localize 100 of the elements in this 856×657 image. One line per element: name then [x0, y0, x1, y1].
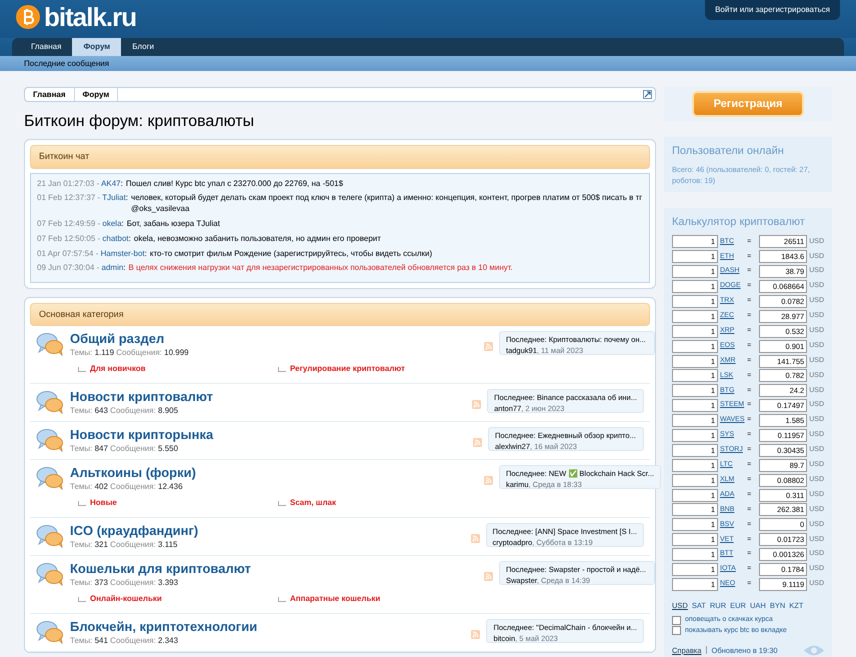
tree-branch-icon: [78, 596, 86, 602]
stat-label: Темы:: [70, 444, 94, 454]
stat-value: 12.436: [158, 482, 183, 492]
stat-label: Сообщения:: [115, 348, 163, 358]
chat-bubbles-icon: [36, 524, 64, 548]
message-text: кто-то смотрит фильм Рождение (зарегистрируйтесь, чтобы видеть ссылки): [150, 248, 432, 260]
chat-bubbles-icon: [36, 620, 64, 644]
panel-header: Биткоин чат: [30, 145, 650, 169]
stat-value: 402: [94, 482, 108, 492]
stat-value: 2.343: [158, 636, 178, 646]
message-text: okela, невозможно забанить пользователя, но админ его проверит: [134, 234, 381, 245]
nav-tab[interactable]: Блоги: [121, 38, 165, 56]
checkbox[interactable]: [672, 626, 681, 636]
colon: :: [128, 234, 131, 243]
subforum-link[interactable]: Аппаратные кошельки: [290, 593, 380, 606]
stat-label: Темы:: [70, 636, 94, 646]
tree-branch-icon: [78, 500, 86, 506]
subforum-link[interactable]: Регулирование криптовалют: [290, 363, 405, 376]
message-time: 21 Jan 01:27:03 -: [37, 178, 100, 188]
subforum-link[interactable]: Для новичков: [90, 363, 146, 376]
box-title: Калькулятор криптовалют: [672, 215, 806, 230]
nav-tab[interactable]: Главная: [20, 38, 72, 56]
chat-bubbles-icon: [36, 332, 64, 356]
stat-value: 847: [94, 444, 108, 454]
page-title: Биткоин форум: криптовалюты: [24, 112, 256, 132]
stat-value: 3.115: [158, 540, 178, 550]
expand-icon[interactable]: [643, 90, 652, 99]
chat-user-link[interactable]: okela: [102, 219, 122, 228]
colon: :: [126, 193, 128, 202]
stat-label: Сообщения:: [109, 482, 157, 492]
tree-branch-icon: [278, 596, 286, 602]
rss-icon[interactable]: [471, 630, 480, 640]
message-time: 07 Feb 12:50:05 -: [37, 234, 102, 243]
chat-bubbles-icon: [36, 428, 64, 452]
stat-label: Темы:: [70, 348, 94, 358]
rss-icon[interactable]: [472, 400, 482, 410]
rss-icon[interactable]: [484, 342, 493, 352]
stat-value: 10.999: [164, 348, 189, 358]
chat-bubbles-icon: [36, 466, 64, 490]
forum-title-link[interactable]: Новости криптовалют: [70, 389, 213, 405]
forum-title-link[interactable]: ICO (краудфандинг): [70, 523, 198, 539]
subforum-link[interactable]: Онлайн-кошельки: [90, 593, 162, 606]
colon: :: [120, 178, 123, 188]
site-logo[interactable]: bitalk.ru: [44, 4, 136, 30]
stat-value: 1.119: [94, 348, 114, 358]
stat-label: Сообщения:: [109, 406, 157, 416]
subforum-link[interactable]: Новые: [90, 497, 117, 510]
message-time: 01 Feb 12:37:37 -: [37, 193, 102, 202]
forum-title-link[interactable]: Блокчейн, криптотехнологии: [70, 619, 258, 635]
coin-icon: [16, 5, 40, 29]
rss-icon[interactable]: [484, 572, 493, 582]
stat-value: 321: [94, 540, 108, 550]
message-time: 09 Jun 07:30:04 -: [37, 263, 100, 272]
tree-branch-icon: [278, 366, 286, 372]
stat-value: 8.905: [158, 406, 178, 416]
rss-icon[interactable]: [473, 438, 482, 448]
chat-bubbles-icon: [36, 562, 64, 586]
chat-user-link[interactable]: Hamster-bot: [100, 248, 145, 258]
colon: :: [144, 248, 147, 258]
chat-bubbles-icon: [36, 390, 64, 414]
colon: :: [123, 263, 126, 272]
message-time: 07 Feb 12:49:59 -: [37, 219, 102, 228]
forum-title-link[interactable]: Альткоины (форки): [70, 465, 196, 481]
chat-user-link[interactable]: AK47: [101, 178, 121, 188]
chat-user-link[interactable]: TJuliat: [102, 193, 126, 202]
forum-title-link[interactable]: Кошельки для криптовалют: [70, 561, 251, 577]
stat-value: 3.393: [158, 578, 178, 588]
box-title: Пользователи онлайн: [672, 144, 785, 159]
separator: |: [705, 644, 708, 656]
forum-title-link[interactable]: Общий раздел: [70, 331, 164, 347]
eye-icon[interactable]: [804, 644, 824, 656]
chat-user-link[interactable]: admin: [102, 263, 124, 272]
tree-branch-icon: [78, 366, 86, 372]
message-text: человек, который будет делать скам проект под ключ в телеге (крипта) а именно: концепция, контент, прогрев платим от 500$ писать в тг @oks_vasilevaa: [131, 193, 643, 216]
stat-value: 373: [94, 578, 108, 588]
message-text: В целях снижения нагрузки чат для незарегистрированных пользователей обновляется раз в 10 минут.: [128, 263, 513, 274]
stat-label: Темы:: [70, 482, 94, 492]
tree-branch-icon: [278, 500, 286, 506]
panel-header: Основная категория: [30, 302, 650, 326]
colon: :: [122, 219, 124, 228]
nav-tab[interactable]: Форум: [72, 38, 122, 56]
checkbox[interactable]: [672, 616, 681, 625]
subnav-link[interactable]: Последние сообщения: [24, 59, 110, 68]
stat-value: 541: [94, 636, 108, 646]
stat-label: Темы:: [70, 540, 94, 550]
stat-label: Сообщения:: [109, 540, 157, 550]
message-text: Пошел слив! Курс btc упал с 23270.000 до 22769, на -501$: [126, 178, 344, 190]
stat-label: Сообщения:: [109, 578, 157, 588]
breadcrumb-link[interactable]: Главная: [25, 88, 75, 101]
breadcrumb-link[interactable]: Форум: [74, 88, 118, 101]
stat-label: Темы:: [70, 406, 94, 416]
message-text: Бот, забань юзера TJuliat: [126, 219, 220, 230]
forum-title-link[interactable]: Новости крипторынка: [70, 427, 214, 443]
login-link[interactable]: Войти или зарегистрироваться: [705, 0, 840, 20]
rss-icon[interactable]: [484, 476, 493, 486]
chat-user-link[interactable]: chatbot: [102, 234, 129, 243]
stat-value: 643: [94, 406, 108, 416]
subforum-link[interactable]: Scam, шлак: [290, 497, 336, 510]
rss-icon[interactable]: [470, 534, 480, 544]
stat-value: 5.550: [158, 444, 178, 454]
